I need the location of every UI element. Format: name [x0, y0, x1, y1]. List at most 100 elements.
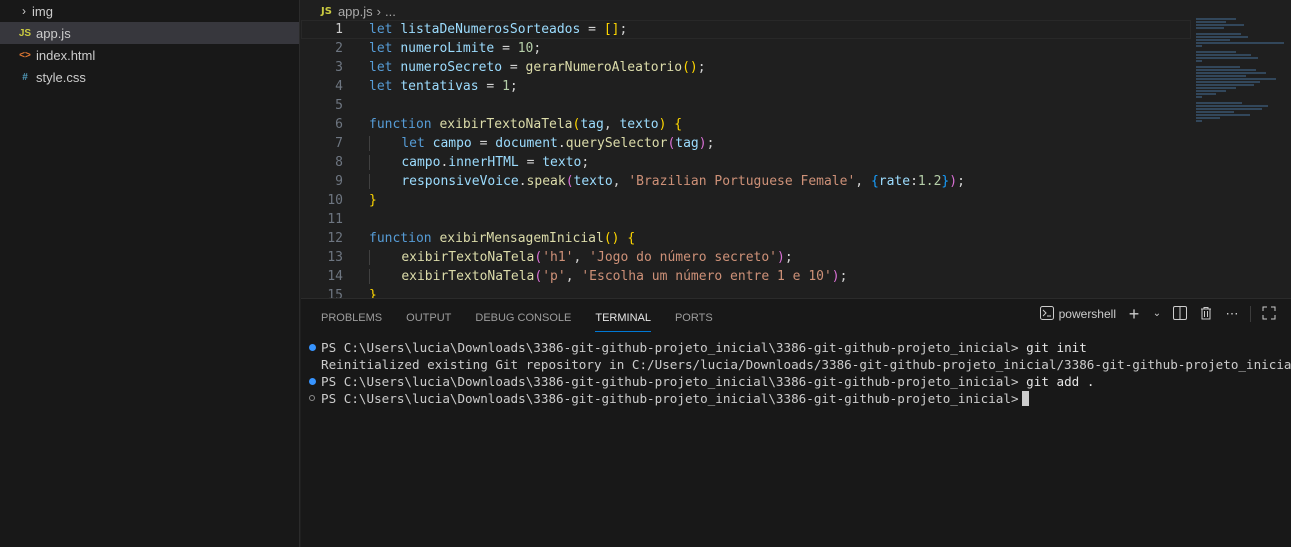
- terminal-text: Reinitialized existing Git repository in…: [321, 357, 1291, 372]
- terminal-line: Reinitialized existing Git repository in…: [307, 356, 1291, 373]
- code-token: 'Brazilian Portuguese Female': [628, 174, 856, 189]
- line-number: 4: [335, 79, 343, 94]
- code-token: ;: [784, 250, 793, 265]
- breadcrumb-file[interactable]: app.js: [338, 4, 373, 19]
- explorer-file-style-css[interactable]: # style.css: [0, 66, 299, 88]
- explorer-sidebar: › img JS app.js <> index.html # style.cs…: [0, 0, 300, 547]
- code-line[interactable]: 3 let numeroSecreto = gerarNumeroAleatori…: [301, 58, 1191, 77]
- code-line[interactable]: 13 exibirTextoNaTela('h1', 'Jogo do núme…: [301, 248, 1191, 267]
- code-line[interactable]: 1 let listaDeNumerosSorteados = [];: [301, 20, 1191, 39]
- code-token: campo: [401, 155, 441, 170]
- line-number: 12: [327, 231, 343, 246]
- code-line[interactable]: 11: [301, 210, 1191, 229]
- code-line[interactable]: 15}: [301, 286, 1191, 298]
- code-token: ): [658, 117, 667, 132]
- maximize-panel-icon[interactable]: [1261, 306, 1277, 322]
- code-line[interactable]: 10}: [301, 191, 1191, 210]
- code-line[interactable]: 5: [301, 96, 1191, 115]
- code-token: (): [682, 60, 698, 75]
- command-status-dot-icon[interactable]: [309, 378, 316, 385]
- split-terminal-icon[interactable]: [1172, 306, 1188, 322]
- tab-output[interactable]: OUTPUT: [406, 309, 451, 331]
- chevron-down-icon[interactable]: ⌄: [1152, 306, 1162, 322]
- code-token: exibirTextoNaTela: [401, 250, 535, 265]
- code-token: gerarNumeroAleatorio: [525, 60, 683, 75]
- code-token: ,: [573, 250, 590, 265]
- command-status-dot-icon[interactable]: [309, 344, 316, 351]
- terminal-command: git add .: [1026, 374, 1095, 389]
- code-editor[interactable]: JS app.js › ... 1 let listaDeNumerosSorte…: [301, 0, 1291, 298]
- code-token: let: [369, 60, 393, 75]
- code-token: =: [526, 155, 535, 170]
- tab-ports[interactable]: PORTS: [675, 309, 713, 331]
- code-token: 10: [517, 41, 534, 56]
- code-lines[interactable]: 1 let listaDeNumerosSorteados = []; 2 let …: [301, 20, 1191, 298]
- code-token: (): [603, 231, 620, 246]
- code-token: :: [910, 174, 918, 189]
- code-token: 'p': [542, 269, 566, 284]
- code-token: =: [509, 60, 518, 75]
- code-token: .: [518, 174, 527, 189]
- line-number: 3: [335, 60, 343, 75]
- code-token: {: [870, 174, 879, 189]
- breadcrumb-separator: ›: [376, 3, 381, 19]
- code-token: .: [557, 136, 566, 151]
- code-token: (: [565, 174, 574, 189]
- chevron-right-icon: ›: [22, 4, 26, 18]
- code-token: }: [369, 288, 377, 298]
- line-number: 14: [327, 269, 343, 284]
- trash-icon[interactable]: [1198, 306, 1214, 322]
- code-line[interactable]: 9 responsiveVoice.speak(texto, 'Brazilia…: [301, 172, 1191, 191]
- code-token: 'h1': [542, 250, 574, 265]
- terminal-line: PS C:\Users\lucia\Downloads\3386-git-git…: [307, 339, 1287, 356]
- code-token: speak: [526, 174, 566, 189]
- code-token: let: [401, 136, 425, 151]
- breadcrumb-rest[interactable]: ...: [385, 4, 396, 19]
- new-terminal-icon[interactable]: +: [1126, 305, 1142, 323]
- code-line[interactable]: 14 exibirTextoNaTela('p', 'Escolha um nú…: [301, 267, 1191, 286]
- explorer-file-index-html[interactable]: <> index.html: [0, 44, 299, 66]
- terminal-output[interactable]: PS C:\Users\lucia\Downloads\3386-git-git…: [307, 339, 1291, 407]
- code-line[interactable]: 7 let campo = document.querySelector(tag…: [301, 134, 1191, 153]
- code-token: 'Escolha um número entre 1 e 10': [581, 269, 832, 284]
- file-label: index.html: [36, 47, 96, 63]
- code-line[interactable]: 8 campo.innerHTML = texto;: [301, 153, 1191, 172]
- code-token: function: [369, 231, 432, 246]
- terminal-line[interactable]: PS C:\Users\lucia\Downloads\3386-git-git…: [307, 390, 1287, 407]
- code-token: ,: [612, 174, 629, 189]
- code-token: rate: [878, 174, 911, 189]
- code-token: ;: [957, 174, 965, 189]
- terminal-prompt: PS C:\Users\lucia\Downloads\3386-git-git…: [321, 391, 1019, 406]
- terminal-cursor: [1021, 391, 1029, 406]
- line-number: 11: [327, 212, 343, 227]
- code-token: exibirMensagemInicial: [439, 231, 604, 246]
- code-token: texto: [619, 117, 659, 132]
- code-token: numeroSecreto: [400, 60, 503, 75]
- panel-actions: powershell + ⌄ ⋯: [1039, 305, 1277, 323]
- code-line[interactable]: 4 let tentativas = 1;: [301, 77, 1191, 96]
- explorer-folder-img[interactable]: › img: [0, 0, 299, 22]
- code-token: {: [627, 231, 636, 246]
- code-token: ;: [533, 41, 542, 56]
- code-token: querySelector: [565, 136, 668, 151]
- code-token: exibirTextoNaTela: [401, 269, 535, 284]
- tab-terminal[interactable]: TERMINAL: [595, 309, 651, 332]
- tab-problems[interactable]: PROBLEMS: [321, 309, 382, 331]
- html-file-icon: <>: [19, 49, 31, 61]
- line-number: 13: [327, 250, 343, 265]
- breadcrumb[interactable]: JS app.js › ...: [321, 2, 396, 20]
- code-token: ;: [581, 155, 590, 170]
- terminal-shell-selector[interactable]: powershell: [1039, 306, 1116, 322]
- terminal-prompt: PS C:\Users\lucia\Downloads\3386-git-git…: [321, 374, 1019, 389]
- code-token: tentativas: [400, 79, 479, 94]
- explorer-file-app-js[interactable]: JS app.js: [0, 22, 299, 44]
- tab-debug-console[interactable]: DEBUG CONSOLE: [475, 309, 571, 331]
- minimap[interactable]: [1196, 18, 1291, 158]
- code-line[interactable]: 2 let numeroLimite = 10;: [301, 39, 1191, 58]
- command-status-dot-icon[interactable]: [309, 395, 315, 401]
- code-line[interactable]: 6 function exibirTextoNaTela(tag, texto) …: [301, 115, 1191, 134]
- more-actions-icon[interactable]: ⋯: [1224, 306, 1240, 322]
- code-token: innerHTML: [448, 155, 519, 170]
- terminal-icon: [1039, 306, 1055, 322]
- code-line[interactable]: 12 function exibirMensagemInicial() {: [301, 229, 1191, 248]
